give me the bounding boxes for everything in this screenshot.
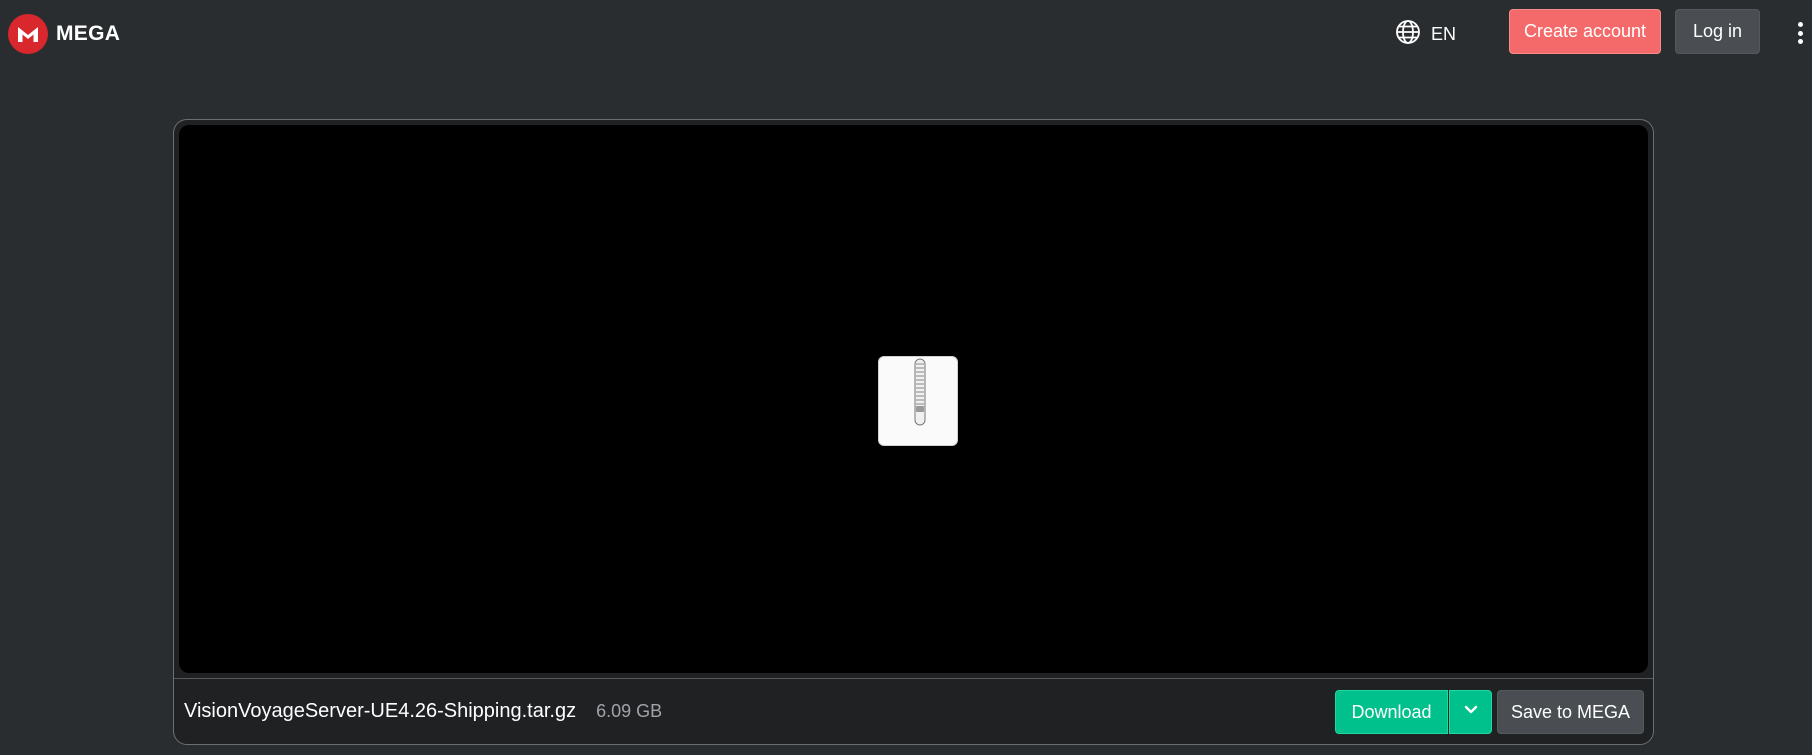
language-selector[interactable]: EN bbox=[1395, 19, 1456, 50]
preview-viewer bbox=[179, 125, 1648, 673]
download-button[interactable]: Download bbox=[1335, 690, 1448, 734]
download-options-button[interactable] bbox=[1449, 690, 1492, 734]
brand-name: MEGA bbox=[56, 22, 121, 45]
file-name: VisionVoyageServer-UE4.26-Shipping.tar.g… bbox=[184, 700, 577, 722]
more-options-icon[interactable] bbox=[1792, 18, 1808, 48]
language-code: EN bbox=[1431, 24, 1457, 44]
login-button[interactable]: Log in bbox=[1675, 9, 1760, 54]
globe-icon bbox=[1395, 19, 1421, 50]
chevron-down-icon bbox=[1463, 703, 1479, 721]
file-preview-card: VisionVoyageServer-UE4.26-Shipping.tar.g… bbox=[173, 119, 1654, 745]
top-bar: MEGA EN Create account Log in bbox=[0, 0, 1812, 66]
file-size: 6.09 GB bbox=[596, 701, 663, 721]
card-divider bbox=[174, 678, 1653, 679]
file-info: VisionVoyageServer-UE4.26-Shipping.tar.g… bbox=[184, 700, 662, 723]
archive-zip-icon bbox=[878, 356, 958, 446]
brand[interactable]: MEGA bbox=[8, 14, 120, 54]
create-account-button[interactable]: Create account bbox=[1509, 9, 1661, 54]
save-to-mega-button[interactable]: Save to MEGA bbox=[1497, 690, 1644, 734]
mega-logo-icon bbox=[8, 14, 48, 54]
